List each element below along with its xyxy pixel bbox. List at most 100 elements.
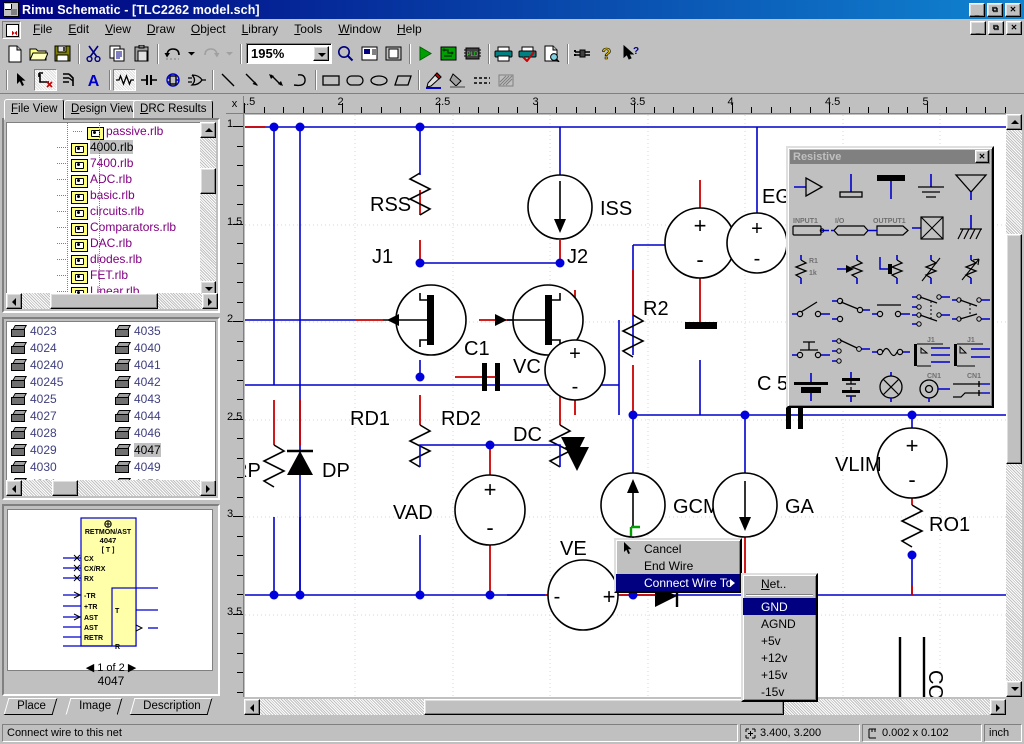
double-arrow-tool-button[interactable] <box>264 69 287 91</box>
palette-item-pushbutton-no[interactable] <box>871 289 911 330</box>
tree-item-fet-rlb[interactable]: FET.rlb <box>7 267 201 283</box>
palette-item-connector-j1-a[interactable]: J1 <box>911 330 951 371</box>
help-button[interactable]: ? <box>595 43 618 65</box>
tab-drc-results[interactable]: DRC Results <box>133 100 213 119</box>
component-item[interactable]: 4023 <box>7 322 111 339</box>
resistor-tool-button[interactable] <box>113 69 136 91</box>
hatch-style-button[interactable] <box>494 69 517 91</box>
palette-item-terminal-block[interactable]: CN1 <box>951 371 991 403</box>
rectangle-tool-button[interactable] <box>319 69 342 91</box>
run-simulation-button[interactable] <box>413 43 436 65</box>
component-item[interactable]: 40245 <box>7 373 111 390</box>
pen-tool-button[interactable] <box>422 69 445 91</box>
mdi-minimize-button[interactable]: _ <box>970 21 986 35</box>
submenu-item-plus15v[interactable]: +15v <box>743 666 816 683</box>
curve-tool-button[interactable] <box>288 69 311 91</box>
palette-item-earth-ground[interactable] <box>911 166 951 207</box>
component-horizontal-scrollbar[interactable] <box>6 480 216 496</box>
tab-image[interactable]: Image <box>66 698 123 715</box>
palette-item-thermistor[interactable] <box>951 248 991 289</box>
mdi-close-button[interactable]: ✕ <box>1006 21 1022 35</box>
ic-tool-button[interactable] <box>161 69 184 91</box>
menu-draw[interactable]: Draw <box>139 20 183 38</box>
fill-tool-button[interactable] <box>446 69 469 91</box>
scrollbar-thumb[interactable] <box>1006 234 1022 464</box>
polygon-tool-button[interactable] <box>391 69 414 91</box>
zoom-dropdown-arrow-icon[interactable] <box>313 46 329 61</box>
redo-dropdown-button[interactable] <box>223 43 236 65</box>
scrollbar-track[interactable] <box>200 122 216 297</box>
submenu-item-plus12v[interactable]: +12v <box>743 649 816 666</box>
palette-item-relay-dpdt[interactable] <box>911 289 951 330</box>
undo-button[interactable] <box>161 43 184 65</box>
net-submenu[interactable]: Net.. GND AGND +5v +12v +15v -15v <box>741 573 818 702</box>
palette-item-potentiometer[interactable] <box>831 248 871 289</box>
print-preview-button[interactable] <box>516 43 539 65</box>
palette-item-ground-plane[interactable] <box>791 371 831 403</box>
submenu-item-agnd[interactable]: AGND <box>743 615 816 632</box>
palette-item-input-port[interactable]: INPUT1 <box>791 207 831 248</box>
zoom-combobox[interactable]: 195% <box>246 43 332 64</box>
capacitor-tool-button[interactable] <box>137 69 160 91</box>
context-item-connect-wire-to[interactable]: Connect Wire To <box>616 574 740 591</box>
palette-title-bar[interactable]: Resistive ✕ <box>790 150 990 164</box>
palette-item-pushbutton[interactable] <box>791 330 831 371</box>
minimize-button[interactable]: _ <box>969 3 985 17</box>
submenu-item-net[interactable]: Net.. <box>743 575 816 592</box>
pld-button[interactable]: PLD <box>461 43 484 65</box>
scroll-up-button[interactable] <box>200 122 216 138</box>
menu-tools[interactable]: Tools <box>286 20 330 38</box>
component-item[interactable]: 4041 <box>111 356 215 373</box>
netlist-button[interactable] <box>571 43 594 65</box>
bus-tool-button[interactable] <box>58 69 81 91</box>
palette-item-varistor[interactable] <box>911 248 951 289</box>
palette-item-crossed-box[interactable] <box>911 207 951 248</box>
tree-item-4000-rlb[interactable]: 4000.rlb <box>7 139 201 155</box>
component-item[interactable]: 4025 <box>7 390 111 407</box>
component-item[interactable]: 4027 <box>7 407 111 424</box>
tree-item-diodes-rlb[interactable]: diodes.rlb <box>7 251 201 267</box>
menu-view[interactable]: View <box>97 20 139 38</box>
cut-button[interactable] <box>82 43 105 65</box>
palette-item-battery[interactable] <box>831 371 871 403</box>
palette-item-antenna[interactable] <box>951 166 991 207</box>
print-button[interactable] <box>492 43 515 65</box>
paste-button[interactable] <box>130 43 153 65</box>
component-item[interactable]: 4044 <box>111 407 215 424</box>
preview-page-nav[interactable]: ◀ 1 of 2 ▶ <box>4 661 218 674</box>
component-item[interactable]: 4040 <box>111 339 215 356</box>
scroll-down-button[interactable] <box>1006 681 1022 697</box>
menu-help[interactable]: Help <box>389 20 430 38</box>
redo-button[interactable] <box>199 43 222 65</box>
palette-item-resistor[interactable]: R1 1k <box>791 248 831 289</box>
palette-close-button[interactable]: ✕ <box>975 150 989 163</box>
line-style-button[interactable] <box>470 69 493 91</box>
menu-object[interactable]: Object <box>183 20 234 38</box>
palette-item-lamp[interactable] <box>871 371 911 403</box>
palette-item-buffer[interactable] <box>791 166 831 207</box>
menu-window[interactable]: Window <box>330 20 389 38</box>
save-button[interactable] <box>51 43 74 65</box>
palette-item-connector-j1-b[interactable]: J1 <box>951 330 991 371</box>
tab-description[interactable]: Description <box>130 698 212 715</box>
tree-item-adc-rlb[interactable]: ADC.rlb <box>7 171 201 187</box>
scroll-left-button[interactable] <box>244 699 260 715</box>
zoom-page-button[interactable] <box>382 43 405 65</box>
component-item[interactable]: 4049 <box>111 458 215 475</box>
document-system-icon[interactable] <box>2 21 21 39</box>
arrow-tool-button[interactable] <box>240 69 263 91</box>
symbol-preview[interactable]: RETMON/AST 4047 [ T ] <box>7 509 213 671</box>
palette-item-coax-connector[interactable]: CN1 <box>911 371 951 403</box>
component-item[interactable]: 4030 <box>7 458 111 475</box>
canvas-horizontal-scrollbar[interactable] <box>244 699 1006 715</box>
menu-library[interactable]: Library <box>234 20 287 38</box>
component-item[interactable]: 4043 <box>111 390 215 407</box>
context-item-end-wire[interactable]: End Wire <box>616 557 740 574</box>
scroll-left-button[interactable] <box>6 293 22 309</box>
submenu-item-plus5v[interactable]: +5v <box>743 632 816 649</box>
scrollbar-track[interactable] <box>6 480 216 496</box>
open-file-button[interactable] <box>27 43 50 65</box>
palette-item-relay-spdt[interactable] <box>951 289 991 330</box>
menu-file[interactable]: File <box>25 20 60 38</box>
select-tool-button[interactable] <box>10 69 33 91</box>
